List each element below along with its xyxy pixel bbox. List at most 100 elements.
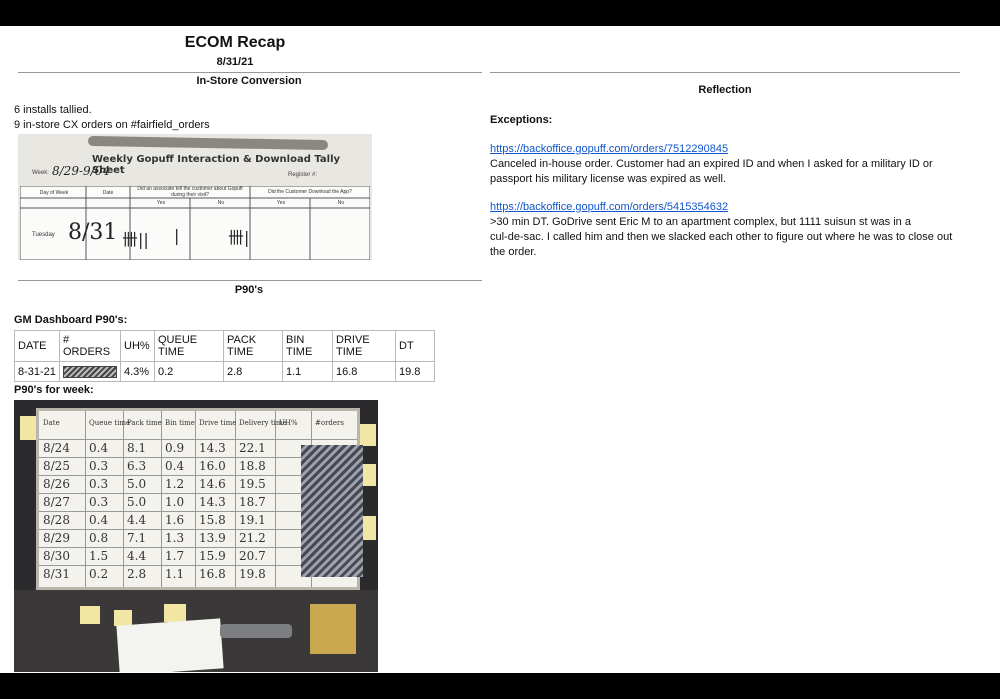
col-drive-time: DRIVE TIME [332,330,396,362]
whiteboard-cell: 1.7 [165,549,185,563]
whiteboard-cell: 8/24 [43,441,70,455]
paper-stack [116,618,224,672]
week-label: Week: [32,170,49,176]
tally-header-download: Did the Customer Download the App? [268,189,352,195]
table-header-row: DATE # ORDERS UH% QUEUE TIME PACK TIME B… [14,330,435,362]
document-page: ECOM Recap 8/31/21 In-Store Conversion 6… [0,26,1000,673]
whiteboard-cell: 16.8 [199,567,226,581]
cell-uh: 4.3% [120,361,155,382]
whiteboard-header: Queue time [89,419,131,427]
whiteboard-cell: 1.2 [165,477,185,491]
tally-sheet-photo: Weekly Gopuff Interaction & Download Tal… [18,134,372,260]
tally-no: No [337,200,345,206]
whiteboard-cell: 0.4 [165,459,185,473]
cell-date: 8-31-21 [14,361,60,382]
whiteboard-header: UH% [279,419,298,427]
orders-line: 9 in-store CX orders on #fairfield_order… [14,119,210,131]
whiteboard-cell: 1.1 [165,567,185,581]
col-bin-time: BIN TIME [282,330,333,362]
whiteboard-cell: 15.8 [199,513,226,527]
sticky-note [114,610,132,626]
tally-sheet-title: Weekly Gopuff Interaction & Download Tal… [92,154,341,176]
whiteboard-cell: 0.3 [89,459,109,473]
whiteboard-cell: 18.8 [239,459,266,473]
whiteboard-cell: 1.5 [89,549,109,563]
exception-text-2b: cul-de-sac. I called him and then we sla… [490,231,953,243]
exception-text-1a: Canceled in-house order. Customer had an… [490,158,933,170]
whiteboard-header: Date [43,419,60,427]
whiteboard-cell: 5.0 [127,477,147,491]
cell-bin-time: 1.1 [282,361,333,382]
exception-text-1b: passport his military license was expire… [490,173,726,185]
week-value: 8/29-9/04 [52,164,110,178]
whiteboard-cell: 13.9 [199,531,226,545]
tally-header-date: Date [102,190,114,196]
tally-marks-download-yes: 卌| [228,228,250,247]
whiteboard-cell: 8/26 [43,477,70,491]
section-heading-p90: P90's [234,284,264,296]
whiteboard-cell: 19.1 [239,513,266,527]
tally-marks-told-yes: 卌|| [122,230,149,249]
desk-area [14,590,378,672]
sticky-note [80,606,100,624]
whiteboard-cell: 5.0 [127,495,147,509]
whiteboard-cell: 14.6 [199,477,226,491]
whiteboard-cell: 18.7 [239,495,266,509]
order-link-1[interactable]: https://backoffice.gopuff.com/orders/751… [490,142,728,157]
cell-pack-time: 2.8 [223,361,283,382]
whiteboard-cell: 16.0 [199,459,226,473]
table-row: 8-31-21 4.3% 0.2 2.8 1.1 16.8 19.8 [14,361,435,382]
whiteboard-cell: 15.9 [199,549,226,563]
installs-line: 6 installs tallied. [14,104,92,116]
whiteboard-cell: 19.8 [239,567,266,581]
redaction-block [63,365,117,378]
dashboard-label: GM Dashboard P90's: [14,314,128,326]
whiteboard-cell: 8/31 [43,567,70,581]
cell-orders-redacted [59,361,121,382]
whiteboard-photo: Date Queue time Pack time Bin time Drive tim… [14,400,378,672]
whiteboard-cell: 6.3 [127,459,147,473]
section-heading-reflection: Reflection [698,84,752,96]
cell-drive-time: 16.8 [332,361,396,382]
col-dt: DT [395,330,435,362]
exception-text-2c: the order. [490,246,537,258]
tally-header-day: Day of Week [39,190,69,196]
cell-dt: 19.8 [395,361,435,382]
register-label: Register #: [288,172,318,178]
whiteboard-cell: 0.3 [89,477,109,491]
sticky-note [164,604,186,622]
divider [18,72,482,73]
whiteboard-cell: 1.6 [165,513,185,527]
whiteboard-cell: 0.4 [89,441,109,455]
week-p90-label: P90's for week: [14,384,94,396]
tally-header-told: Did an associate tell the customer about… [137,186,243,198]
section-heading-in-store: In-Store Conversion [196,75,302,87]
whiteboard-cell: 22.1 [239,441,266,455]
tally-no: No [217,200,225,206]
whiteboard-cell: 0.3 [89,495,109,509]
whiteboard-cell: 4.4 [127,513,147,527]
whiteboard-cell: 21.2 [239,531,266,545]
whiteboard-cell: 0.4 [89,513,109,527]
whiteboard-cell: 0.8 [89,531,109,545]
whiteboard-cell: 19.5 [239,477,266,491]
whiteboard-cell: 14.3 [199,495,226,509]
whiteboard-header: #orders [315,419,344,427]
whiteboard-cell: 8/25 [43,459,70,473]
tally-day: Tuesday [32,232,55,238]
whiteboard-cell: 14.3 [199,441,226,455]
col-uh: UH% [120,330,155,362]
divider [490,72,960,73]
page-title: ECOM Recap [184,34,286,51]
sticky-note [20,416,36,440]
exception-text-2a: >30 min DT. GoDrive sent Eric M to an ap… [490,216,911,228]
order-link-2[interactable]: https://backoffice.gopuff.com/orders/541… [490,200,728,215]
stapler [220,624,292,638]
divider [18,280,482,281]
col-queue-time: QUEUE TIME [154,330,224,362]
col-pack-time: PACK TIME [223,330,283,362]
whiteboard-header: Pack time [127,419,162,427]
whiteboard-cell: 8/29 [43,531,70,545]
whiteboard-header: Bin time [165,419,195,427]
tally-marks-told-no: | [174,226,180,245]
